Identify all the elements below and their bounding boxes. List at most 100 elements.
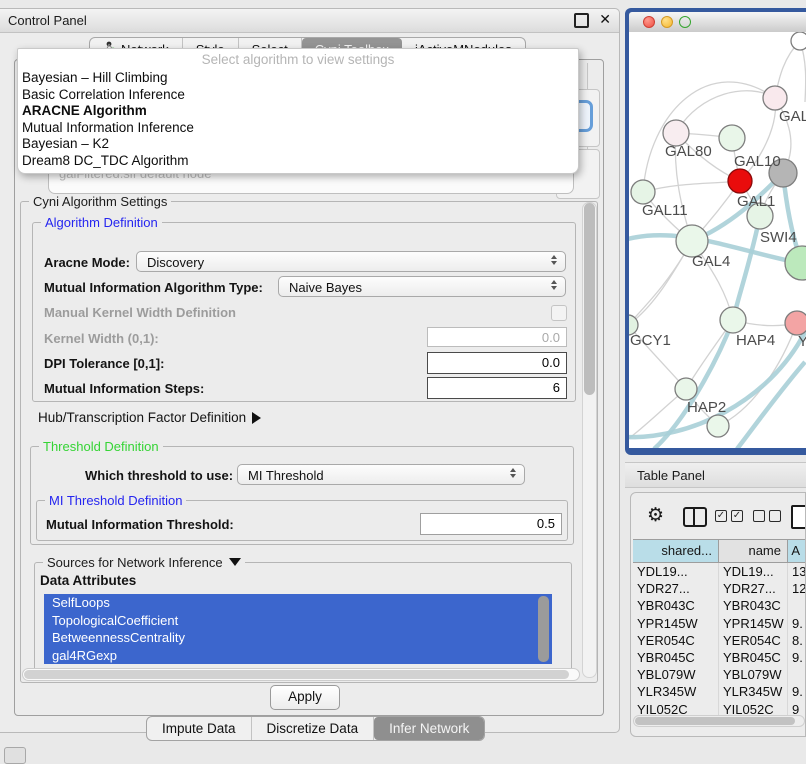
bottom-tabbar: Impute DataDiscretize DataInfer Network (146, 716, 485, 741)
zoom-traffic-light-icon[interactable] (679, 16, 691, 28)
kernel-width-field[interactable]: 0.0 (427, 327, 567, 347)
table-cell: YPR145W (719, 615, 788, 632)
columns-icon[interactable] (683, 507, 707, 527)
attribute-item[interactable]: TopologicalCoefficient (44, 612, 552, 630)
table-cell: YBL079W (633, 666, 719, 683)
table-panel: ⚙ ✓ ✓ shared...nameA YDL19...YDL19...13Y… (630, 492, 806, 737)
float-window-icon[interactable] (574, 13, 589, 28)
document-icon[interactable] (791, 505, 806, 529)
table-cell: 13 (788, 563, 806, 580)
dpi-tolerance-label: DPI Tolerance [0,1]: (44, 356, 164, 371)
algorithm-definition-title: Algorithm Definition (41, 215, 162, 230)
table-header-row: shared...nameA (633, 539, 806, 563)
attribute-item[interactable]: gal4RGexp (44, 647, 552, 665)
table-row[interactable]: YER054CYER054C8. (633, 632, 806, 649)
tab-impute-data[interactable]: Impute Data (147, 717, 252, 740)
table-cell: YBR045C (633, 649, 719, 666)
network-node-hap2[interactable] (675, 378, 697, 400)
column-header[interactable]: A (788, 540, 806, 562)
network-node[interactable] (707, 415, 729, 437)
mi-type-combo[interactable]: Naive Bayes (278, 276, 566, 297)
network-edge (643, 181, 740, 192)
table-row[interactable]: YDR27...YDR27...12 (633, 580, 806, 597)
table-row[interactable]: YDL19...YDL19...13 (633, 563, 806, 580)
network-node-gal1[interactable] (728, 169, 752, 193)
network-edge (643, 82, 775, 192)
dpi-tolerance-field[interactable]: 0.0 (427, 352, 567, 374)
gear-icon[interactable]: ⚙ (647, 504, 664, 527)
table-cell: YLR345W (719, 683, 788, 700)
node-table: shared...nameA YDL19...YDL19...13YDR27..… (633, 539, 806, 718)
network-canvas[interactable]: GALGAL80GAL10GAL1GAL11SWI4GAL4GCY1HAP4YH… (629, 32, 806, 448)
algorithm-option[interactable]: Bayesian – Hill Climbing (18, 70, 578, 87)
network-node-hap4[interactable] (720, 307, 746, 333)
attribute-item[interactable]: SelfLoops (44, 594, 552, 612)
sources-group-title[interactable]: Sources for Network Inference (43, 555, 245, 570)
data-attributes-list: SelfLoopsTopologicalCoefficientBetweenne… (44, 594, 552, 664)
which-threshold-combo[interactable]: MI Threshold (237, 464, 525, 485)
manual-kernel-checkbox[interactable] (551, 305, 567, 321)
data-attributes-label: Data Attributes (40, 573, 136, 588)
network-node-gal10[interactable] (719, 125, 745, 151)
aracne-mode-combo[interactable]: Discovery (136, 251, 566, 272)
network-node[interactable] (785, 246, 806, 280)
table-row[interactable]: YBR043CYBR043C (633, 597, 806, 614)
algorithm-option[interactable]: Dream8 DC_TDC Algorithm (18, 153, 578, 170)
aracne-mode-label: Aracne Mode: (44, 255, 130, 270)
table-row[interactable]: YBL079WYBL079W (633, 666, 806, 683)
algorithm-option[interactable]: Bayesian – K2 (18, 136, 578, 153)
mi-threshold-label: Mutual Information Threshold: (46, 517, 234, 532)
expanded-arrow-icon (229, 558, 241, 566)
table-cell: YER054C (633, 632, 719, 649)
network-node-y[interactable] (785, 311, 806, 335)
mi-steps-field[interactable]: 6 (427, 377, 567, 399)
close-traffic-light-icon[interactable] (643, 16, 655, 28)
column-header[interactable]: shared... (633, 540, 719, 562)
apply-button[interactable]: Apply (270, 685, 340, 710)
table-source-combo-clipped[interactable]: galFiltered.sif default node (48, 172, 574, 194)
table-cell (788, 597, 806, 614)
checked-checkbox-icon[interactable]: ✓ (731, 510, 743, 522)
algorithm-option[interactable]: ARACNE Algorithm (18, 103, 578, 120)
control-panel-titlebar: Control Panel ✕ (0, 9, 619, 33)
network-node-gal11[interactable] (631, 180, 655, 204)
table-hscrollbar-thumb[interactable] (635, 717, 795, 725)
table-cell: 12 (788, 580, 806, 597)
table-cell: YBR043C (719, 597, 788, 614)
network-node-gal[interactable] (763, 86, 787, 110)
attribute-item[interactable]: BetweennessCentrality (44, 629, 552, 647)
table-cell: YDR27... (719, 580, 788, 597)
table-row[interactable]: YLR345WYLR345W9. (633, 683, 806, 700)
tab-infer-network[interactable]: Infer Network (374, 717, 484, 740)
collapsed-panel-button[interactable] (4, 747, 26, 764)
table-cell: 9. (788, 649, 806, 666)
node-label-swi4: SWI4 (760, 229, 797, 246)
node-label-gal1: GAL1 (737, 193, 775, 210)
settings-vscrollbar-thumb[interactable] (584, 203, 595, 395)
table-cell: YER054C (719, 632, 788, 649)
table-cell: 8. (788, 632, 806, 649)
table-row[interactable]: YPR145WYPR145W9. (633, 615, 806, 632)
settings-group-title: Cyni Algorithm Settings (29, 194, 171, 209)
collapsed-arrow-icon (252, 412, 261, 424)
settings-hscrollbar-thumb[interactable] (24, 670, 569, 679)
attributes-scrollbar-thumb[interactable] (538, 596, 549, 662)
minimize-traffic-light-icon[interactable] (661, 16, 673, 28)
table-cell: YBR043C (633, 597, 719, 614)
table-row[interactable]: YBR045CYBR045C9. (633, 649, 806, 666)
node-label-gcy1: GCY1 (630, 332, 671, 349)
hub-definition-toggle[interactable]: Hub/Transcription Factor Definition (38, 410, 261, 425)
network-node[interactable] (791, 32, 806, 50)
mi-threshold-field[interactable]: 0.5 (420, 513, 562, 535)
algorithm-option[interactable]: Mutual Information Inference (18, 120, 578, 137)
tab-discretize-data[interactable]: Discretize Data (252, 717, 375, 740)
unchecked-checkbox-icon[interactable] (753, 510, 765, 522)
table-cell: YLR345W (633, 683, 719, 700)
algorithm-option[interactable]: Basic Correlation Inference (18, 87, 578, 104)
node-label-gal4: GAL4 (692, 253, 730, 270)
table-cell: YBL079W (719, 666, 788, 683)
checked-checkbox-icon[interactable]: ✓ (715, 510, 727, 522)
unchecked-checkbox-icon[interactable] (769, 510, 781, 522)
close-icon[interactable]: ✕ (599, 11, 611, 28)
column-header[interactable]: name (719, 540, 788, 562)
